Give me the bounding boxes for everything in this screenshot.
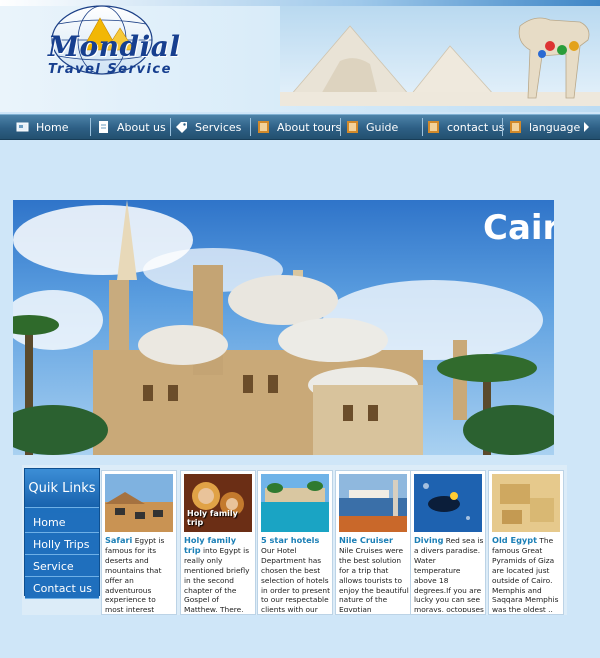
film-icon bbox=[510, 121, 521, 133]
film-icon bbox=[258, 121, 269, 133]
featured-section: Quik Links Home Holly Trips Service Cont… bbox=[22, 465, 567, 615]
nav-item-language[interactable]: language bbox=[509, 115, 580, 139]
nav-item-guide[interactable]: Guide bbox=[346, 115, 398, 139]
card-description: Safari Egypt is famous for its deserts a… bbox=[105, 536, 175, 612]
card-title[interactable]: Nile Cruiser bbox=[339, 536, 393, 545]
nav-label-home: Home bbox=[36, 120, 69, 134]
nav-item-contact-us[interactable]: contact us bbox=[427, 115, 504, 139]
card-title[interactable]: Diving bbox=[414, 536, 443, 545]
nav-divider bbox=[250, 118, 251, 136]
card-holy-family-trip[interactable]: Holy family trip Holy family trip into E… bbox=[180, 470, 256, 615]
nav-divider bbox=[422, 118, 423, 136]
quick-link-home[interactable]: Home bbox=[25, 513, 99, 533]
logo-subtitle: Travel Service bbox=[48, 62, 172, 77]
film-icon bbox=[347, 121, 358, 133]
document-icon bbox=[99, 121, 108, 133]
main-nav-bar: Home About us Services About tours Guide… bbox=[0, 114, 600, 140]
card-body: Egypt is famous for its deserts and moun… bbox=[105, 536, 165, 612]
site-logo[interactable]: Mondial Travel Service bbox=[22, 2, 180, 98]
card-title[interactable]: 5 star hotels bbox=[261, 536, 319, 545]
quick-link-holly-trips[interactable]: Holly Trips bbox=[25, 535, 99, 555]
hotel-pool-thumbnail bbox=[261, 474, 329, 532]
logo-title: Mondial bbox=[48, 30, 181, 63]
card-title[interactable]: Old Egypt bbox=[492, 536, 537, 545]
safari-thumbnail bbox=[105, 474, 173, 532]
holy-family-thumbnail: Holy family trip bbox=[184, 474, 252, 532]
nav-item-home[interactable]: Home bbox=[16, 115, 68, 139]
nav-item-about-tours[interactable]: About tours bbox=[257, 115, 341, 139]
nav-label-about-tours: About tours bbox=[277, 120, 342, 134]
card-body: into Egypt is really only mentioned brie… bbox=[184, 545, 250, 612]
card-description: Nile Cruiser Nile Cruises were the best … bbox=[339, 536, 409, 612]
hero-title: Cair bbox=[483, 208, 554, 248]
card-description: Holy family trip into Egypt is really on… bbox=[184, 536, 254, 612]
card-body: Red sea is a divers paradise. Water temp… bbox=[414, 536, 484, 612]
card-safari[interactable]: Safari Egypt is famous for its deserts a… bbox=[101, 470, 177, 615]
thumbnail-caption: Holy family trip bbox=[187, 509, 238, 527]
nile-cruise-thumbnail bbox=[339, 474, 407, 532]
card-old-egypt[interactable]: Old Egypt The famous Great Pyramids of G… bbox=[488, 470, 564, 615]
nav-label-contact-us: contact us bbox=[447, 120, 505, 134]
card-body: Nile Cruises were the best solution for … bbox=[339, 545, 409, 612]
nav-divider bbox=[170, 118, 171, 136]
card-diving[interactable]: Diving Red sea is a divers paradise. Wat… bbox=[410, 470, 486, 615]
quick-links-title: Quik Links bbox=[25, 469, 99, 508]
tag-icon bbox=[176, 122, 187, 133]
quick-links-panel: Quik Links Home Holly Trips Service Cont… bbox=[24, 468, 100, 599]
card-description: 5 star hotels Our Hotel Department has c… bbox=[261, 536, 331, 612]
hero-banner: Cair bbox=[13, 200, 554, 455]
card-body: The famous Great Pyramids of Giza are lo… bbox=[492, 536, 559, 612]
card-description: Old Egypt The famous Great Pyramids of G… bbox=[492, 536, 562, 612]
mosque-photo bbox=[13, 200, 554, 455]
nav-label-services: Services bbox=[195, 120, 242, 134]
card-5-star-hotels[interactable]: 5 star hotels Our Hotel Department has c… bbox=[257, 470, 333, 615]
diving-thumbnail bbox=[414, 474, 482, 532]
nav-divider bbox=[502, 118, 503, 136]
quick-link-contact-us[interactable]: Contact us bbox=[25, 579, 99, 599]
nav-item-services[interactable]: Services bbox=[175, 115, 241, 139]
nav-more-arrow-icon[interactable] bbox=[584, 122, 589, 132]
pyramids-banner-image bbox=[280, 6, 600, 106]
card-title[interactable]: Safari bbox=[105, 536, 132, 545]
nav-item-about-us[interactable]: About us bbox=[97, 115, 166, 139]
home-icon bbox=[16, 122, 29, 132]
nav-label-guide: Guide bbox=[366, 120, 399, 134]
ancient-egypt-thumbnail bbox=[492, 474, 560, 532]
film-icon bbox=[428, 121, 439, 133]
card-nile-cruiser[interactable]: Nile Cruiser Nile Cruises were the best … bbox=[335, 470, 411, 615]
quick-link-service[interactable]: Service bbox=[25, 557, 99, 577]
nav-divider bbox=[340, 118, 341, 136]
card-description: Diving Red sea is a divers paradise. Wat… bbox=[414, 536, 484, 612]
nav-label-language: language bbox=[529, 120, 581, 134]
site-header: Mondial Travel Service bbox=[0, 0, 600, 112]
nav-label-about-us: About us bbox=[117, 120, 166, 134]
nav-divider bbox=[90, 118, 91, 136]
card-body: Our Hotel Department has chosen the best… bbox=[261, 545, 331, 612]
